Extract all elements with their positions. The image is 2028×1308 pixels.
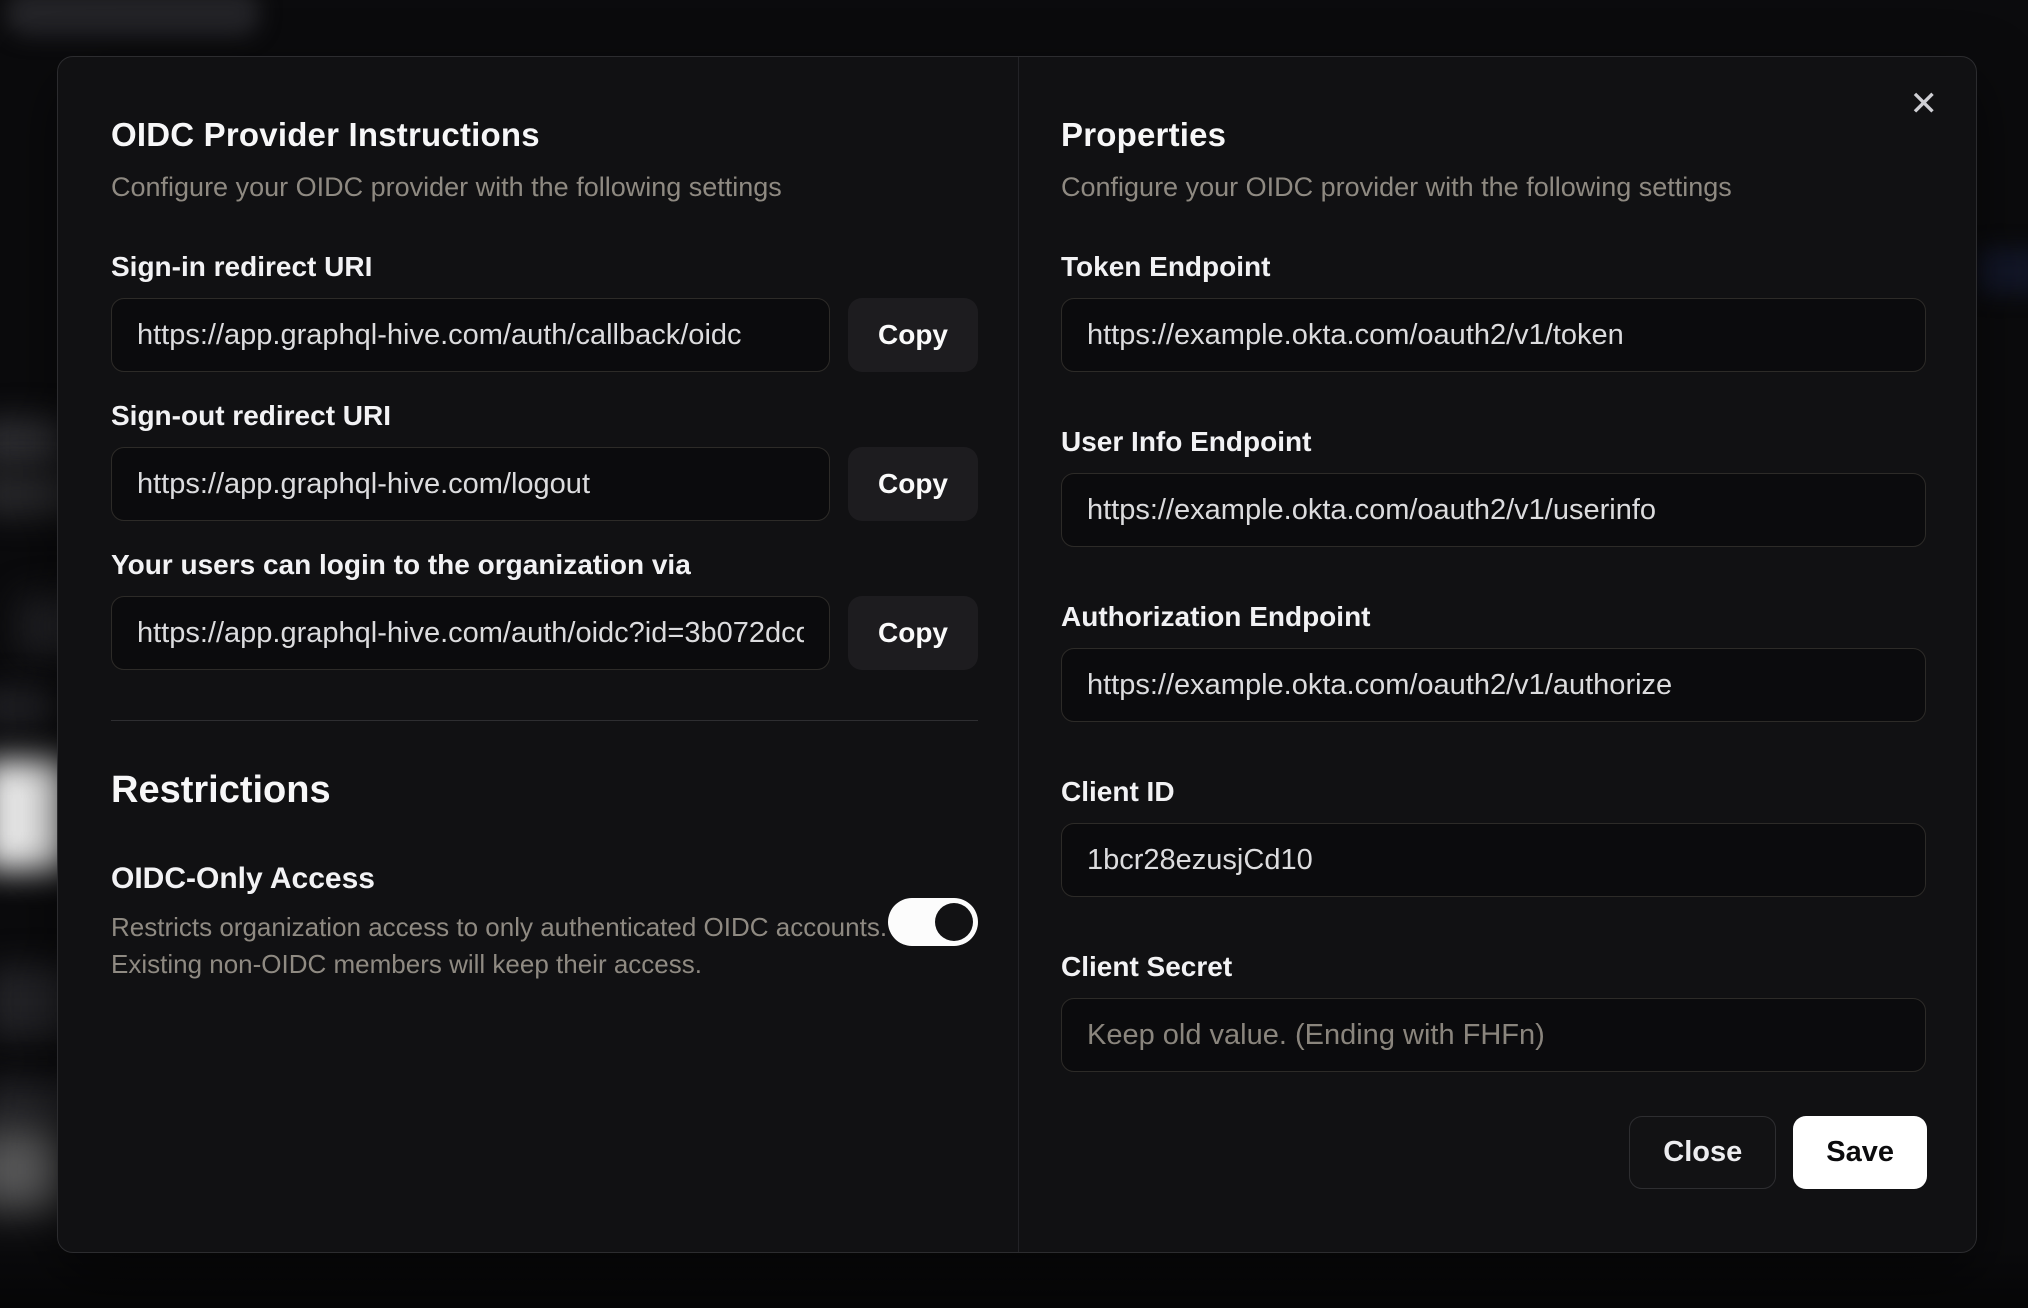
client-secret-field: Client Secret [1061, 953, 1926, 1072]
sign-out-redirect-input[interactable] [111, 447, 830, 521]
section-divider [111, 720, 978, 721]
modal-footer: Close Save [1061, 1116, 1927, 1189]
properties-subtitle: Configure your OIDC provider with the fo… [1061, 172, 1732, 202]
organization-login-input[interactable] [111, 596, 830, 670]
restrictions-title: Restrictions [111, 769, 331, 811]
authorization-endpoint-input[interactable] [1061, 648, 1926, 722]
copy-sign-out-redirect-button[interactable]: Copy [848, 447, 978, 521]
backdrop-blur-fragment [0, 686, 56, 728]
organization-login-field: Your users can login to the organization… [111, 551, 1018, 670]
token-endpoint-label: Token Endpoint [1061, 251, 1271, 282]
copy-sign-in-redirect-button[interactable]: Copy [848, 298, 978, 372]
close-icon[interactable]: ✕ [1910, 87, 1939, 121]
client-id-input[interactable] [1061, 823, 1926, 897]
organization-login-label: Your users can login to the organization… [111, 549, 691, 580]
properties-title: Properties [1061, 116, 1227, 153]
sign-out-redirect-label: Sign-out redirect URI [111, 400, 392, 431]
oidc-only-access-label: OIDC-Only Access [111, 862, 375, 895]
oidc-only-access-row: OIDC-Only Access Restricts organization … [111, 861, 978, 983]
sign-in-redirect-label: Sign-in redirect URI [111, 251, 373, 282]
client-secret-input[interactable] [1061, 998, 1926, 1072]
oidc-provider-modal: OIDC Provider Instructions Configure you… [57, 56, 1977, 1253]
user-info-endpoint-input[interactable] [1061, 473, 1926, 547]
user-info-endpoint-field: User Info Endpoint [1061, 428, 1926, 547]
oidc-only-access-description: Restricts organization access to only au… [111, 912, 888, 979]
user-info-endpoint-label: User Info Endpoint [1061, 426, 1312, 457]
copy-organization-login-button[interactable]: Copy [848, 596, 978, 670]
backdrop-blur-fragment [6, 0, 260, 36]
sign-in-redirect-field: Sign-in redirect URI Copy [111, 253, 1018, 372]
oidc-instructions-panel: OIDC Provider Instructions Configure you… [58, 57, 1018, 1252]
client-id-field: Client ID [1061, 778, 1926, 897]
sign-in-redirect-input[interactable] [111, 298, 830, 372]
backdrop-blur-fragment [1978, 248, 2028, 294]
properties-panel: ✕ Properties Configure your OIDC provide… [1018, 57, 1976, 1252]
authorization-endpoint-label: Authorization Endpoint [1061, 601, 1371, 632]
instructions-title: OIDC Provider Instructions [111, 116, 540, 153]
client-id-label: Client ID [1061, 776, 1175, 807]
oidc-only-access-toggle[interactable] [888, 898, 978, 946]
close-button[interactable]: Close [1629, 1116, 1777, 1189]
instructions-subtitle: Configure your OIDC provider with the fo… [111, 172, 782, 202]
client-secret-label: Client Secret [1061, 951, 1233, 982]
toggle-knob [935, 903, 973, 941]
sign-out-redirect-field: Sign-out redirect URI Copy [111, 402, 1018, 521]
authorization-endpoint-field: Authorization Endpoint [1061, 603, 1926, 722]
backdrop-bottom-fade [0, 1248, 2028, 1308]
save-button[interactable]: Save [1793, 1116, 1927, 1189]
token-endpoint-field: Token Endpoint [1061, 253, 1926, 372]
token-endpoint-input[interactable] [1061, 298, 1926, 372]
